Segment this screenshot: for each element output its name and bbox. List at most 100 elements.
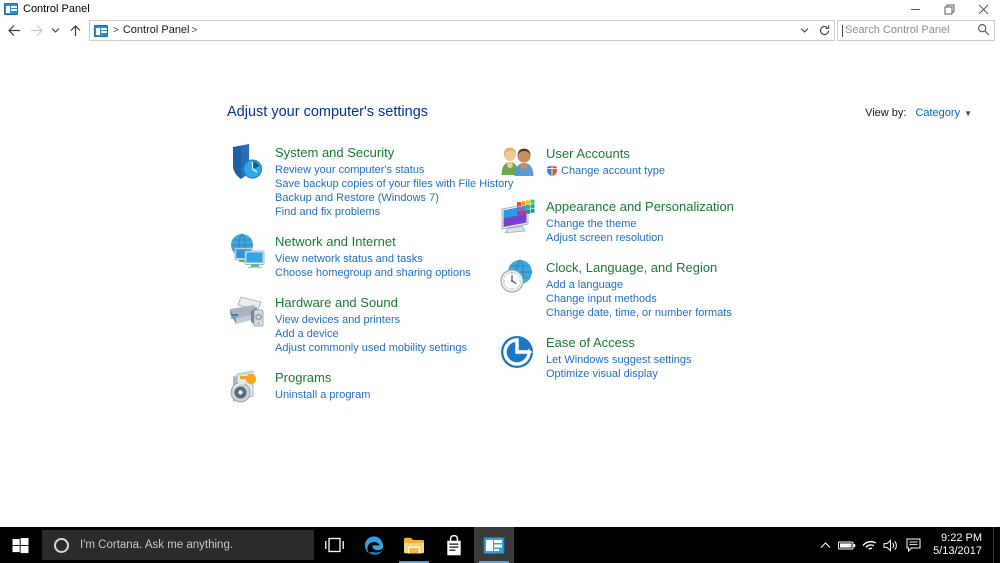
breadcrumb-item-control-panel[interactable]: Control Panel (123, 21, 190, 40)
minimize-button[interactable] (898, 0, 932, 18)
category-title[interactable]: System and Security (275, 145, 394, 160)
view-by-label: View by: (865, 107, 907, 119)
address-bar[interactable]: > Control Panel > (89, 20, 835, 41)
search-icon[interactable] (977, 23, 990, 41)
breadcrumb-separator-2[interactable]: > (192, 21, 198, 40)
control-panel-window: Control Panel > Control Panel > Search C… (0, 0, 1000, 527)
title-bar: Control Panel (0, 0, 1000, 18)
user-accounts-icon (498, 144, 542, 184)
search-input[interactable]: Search Control Panel (837, 20, 995, 41)
uac-shield-icon (546, 165, 558, 177)
window-controls (898, 0, 1000, 18)
link-uninstall-a-program[interactable]: Uninstall a program (275, 388, 370, 402)
battery-icon[interactable] (836, 527, 858, 563)
navigation-bar: > Control Panel > Search Control Panel (0, 18, 1000, 43)
category-system-and-security: System and Security Review your computer… (227, 143, 513, 219)
link-backup-and-restore[interactable]: Backup and Restore (Windows 7) (275, 191, 513, 205)
category-body: User Accounts Change account type (546, 144, 665, 184)
link-optimize-visual-display[interactable]: Optimize visual display (546, 367, 692, 381)
chevron-up-icon[interactable] (814, 527, 836, 563)
back-arrow-icon[interactable] (3, 20, 25, 42)
link-let-windows-suggest-settings[interactable]: Let Windows suggest settings (546, 353, 692, 367)
control-panel-taskbar-icon[interactable] (474, 527, 514, 563)
category-title[interactable]: Network and Internet (275, 234, 396, 249)
programs-disc-icon (227, 368, 271, 408)
windows-start-icon[interactable] (0, 527, 40, 563)
link-change-the-theme[interactable]: Change the theme (546, 217, 734, 231)
forward-arrow-icon[interactable] (25, 20, 47, 42)
clock-globe-icon (498, 258, 542, 298)
link-review-your-computers-status[interactable]: Review your computer's status (275, 163, 513, 177)
link-label: Change account type (561, 165, 665, 177)
category-column-right: User Accounts Change account type Appear… (498, 144, 763, 394)
globe-monitors-icon (227, 232, 271, 272)
link-adjust-screen-resolution[interactable]: Adjust screen resolution (546, 231, 734, 245)
page-title: Adjust your computer's settings (227, 104, 429, 120)
page-header: Adjust your computer's settings View by:… (227, 104, 972, 120)
edge-icon[interactable] (354, 527, 394, 563)
category-title[interactable]: User Accounts (546, 146, 630, 161)
ease-of-access-icon (498, 333, 542, 373)
category-body: Hardware and Sound View devices and prin… (275, 293, 467, 355)
category-title[interactable]: Appearance and Personalization (546, 199, 734, 214)
link-adjust-commonly-used-mobility-settings[interactable]: Adjust commonly used mobility settings (275, 341, 467, 355)
category-body: Appearance and Personalization Change th… (546, 197, 734, 245)
cortana-placeholder: I'm Cortana. Ask me anything. (80, 539, 234, 551)
link-save-backup-copies-file-history[interactable]: Save backup copies of your files with Fi… (275, 177, 513, 191)
category-title[interactable]: Hardware and Sound (275, 295, 398, 310)
link-find-and-fix-problems[interactable]: Find and fix problems (275, 205, 513, 219)
up-arrow-icon[interactable] (64, 20, 86, 42)
view-by-value[interactable]: Category (915, 107, 960, 119)
speaker-icon[interactable] (880, 527, 902, 563)
chevron-down-icon[interactable]: ▼ (964, 109, 972, 118)
link-view-devices-and-printers[interactable]: View devices and printers (275, 313, 467, 327)
shield-clock-icon (227, 143, 271, 183)
action-center-icon[interactable] (902, 527, 924, 563)
cortana-search-box[interactable]: I'm Cortana. Ask me anything. (42, 530, 314, 560)
link-add-a-language[interactable]: Add a language (546, 278, 732, 292)
refresh-icon[interactable] (814, 21, 834, 40)
address-dropdown-chevron-icon[interactable] (794, 21, 814, 40)
link-choose-homegroup-and-sharing-options[interactable]: Choose homegroup and sharing options (275, 266, 471, 280)
maximize-button[interactable] (932, 0, 966, 18)
link-add-a-device[interactable]: Add a device (275, 327, 467, 341)
show-desktop-button[interactable] (993, 527, 998, 563)
recent-pages-chevron-icon[interactable] (47, 20, 64, 42)
clock-date: 5/13/2017 (933, 545, 982, 557)
content-area: Adjust your computer's settings View by:… (0, 43, 1000, 527)
category-body: Network and Internet View network status… (275, 232, 471, 280)
breadcrumb-control-panel-icon (94, 24, 108, 37)
category-ease-of-access: Ease of Access Let Windows suggest setti… (498, 333, 763, 381)
category-programs: Programs Uninstall a program (227, 368, 489, 408)
breadcrumb-separator-1: > (113, 25, 119, 36)
file-explorer-icon[interactable] (394, 527, 434, 563)
view-by-control: View by: Category ▼ (865, 107, 972, 119)
link-change-input-methods[interactable]: Change input methods (546, 292, 732, 306)
store-icon[interactable] (434, 527, 474, 563)
close-button[interactable] (966, 0, 1000, 18)
search-placeholder: Search Control Panel (845, 24, 950, 36)
task-view-icon[interactable] (314, 527, 354, 563)
category-network-and-internet: Network and Internet View network status… (227, 232, 489, 280)
category-title[interactable]: Clock, Language, and Region (546, 260, 717, 275)
printer-speaker-icon (227, 293, 271, 333)
link-view-network-status-and-tasks[interactable]: View network status and tasks (275, 252, 471, 266)
category-column-left: System and Security Review your computer… (227, 143, 513, 421)
category-title[interactable]: Programs (275, 370, 331, 385)
appearance-monitor-icon (498, 197, 542, 237)
category-clock-language-and-region: Clock, Language, and Region Add a langua… (498, 258, 763, 320)
link-change-date-time-or-number-formats[interactable]: Change date, time, or number formats (546, 306, 732, 320)
clock[interactable]: 9:22 PM 5/13/2017 (924, 527, 993, 563)
category-user-accounts: User Accounts Change account type (498, 144, 763, 184)
category-hardware-and-sound: Hardware and Sound View devices and prin… (227, 293, 489, 355)
window-title: Control Panel (23, 3, 90, 15)
control-panel-icon (4, 3, 18, 15)
category-title[interactable]: Ease of Access (546, 335, 635, 350)
taskbar: I'm Cortana. Ask me anything. 9:22 PM 5/… (0, 527, 1000, 563)
cortana-circle-icon (54, 537, 69, 553)
wifi-icon[interactable] (858, 527, 880, 563)
clock-time: 9:22 PM (941, 532, 982, 544)
category-body: Clock, Language, and Region Add a langua… (546, 258, 732, 320)
link-change-account-type[interactable]: Change account type (546, 164, 665, 178)
system-tray: 9:22 PM 5/13/2017 (814, 527, 1000, 563)
